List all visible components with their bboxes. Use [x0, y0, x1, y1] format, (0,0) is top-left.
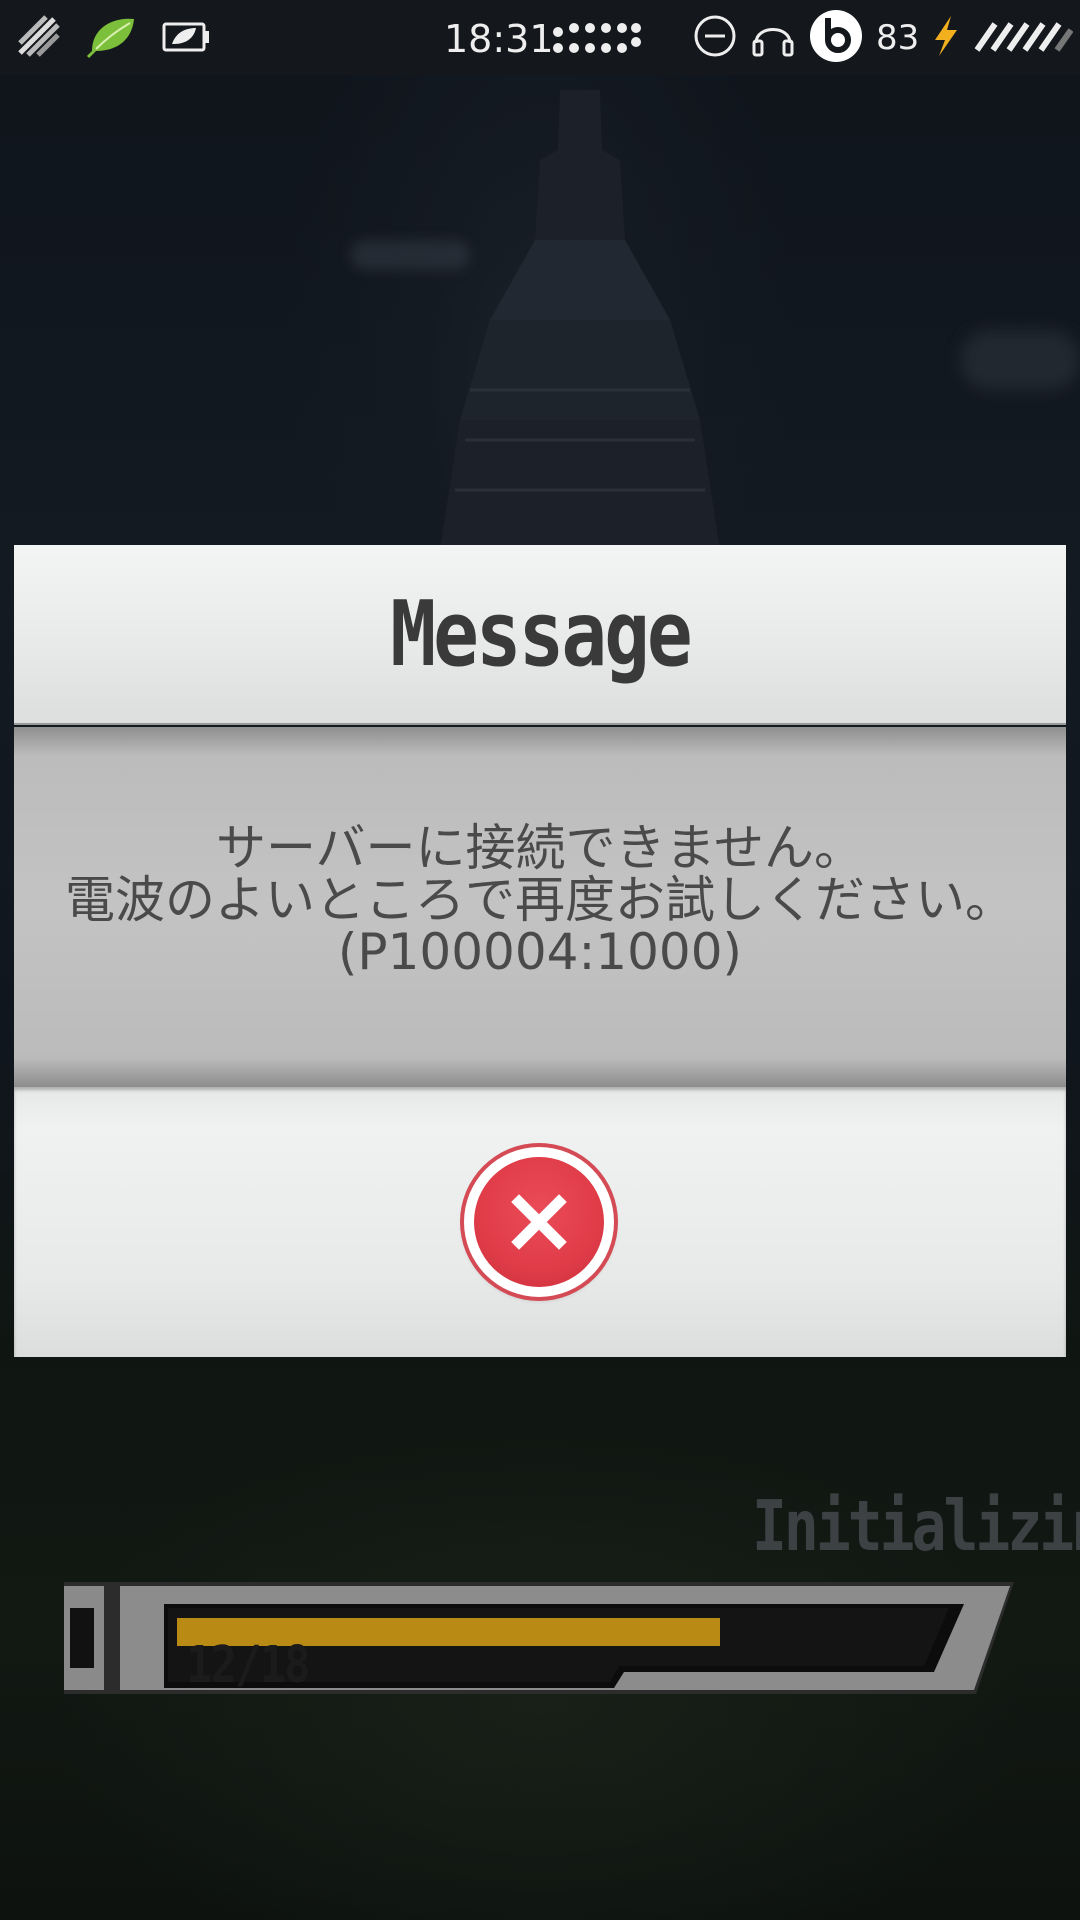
signal-strength-icon — [973, 16, 1074, 60]
close-x-icon — [511, 1194, 567, 1250]
message-dialog: Message サーバーに接続できません。 電波のよいところで再度お試しください… — [14, 545, 1066, 1357]
dialog-title: Message — [390, 580, 692, 687]
do-not-disturb-icon — [692, 13, 738, 63]
battery-saver-icon — [160, 16, 212, 60]
error-code: (P100004:1000) — [337, 923, 743, 981]
status-time: 18:31 — [444, 17, 554, 61]
dialog-message: サーバーに接続できません。 電波のよいところで再度お試しください。 (P1000… — [14, 822, 1066, 978]
notification-dots-icon — [552, 22, 642, 58]
charging-icon — [931, 14, 961, 62]
background-cloud — [350, 240, 470, 270]
close-button-face[interactable] — [474, 1157, 604, 1287]
game-screen: 18:31 83 Initializi 12/18 Message サーバーに接… — [0, 0, 1080, 1920]
initializing-label: Initializing — [752, 1485, 1080, 1567]
leaf-icon — [84, 13, 138, 63]
status-bar-right-icons: 83 — [692, 8, 1074, 68]
headphones-icon — [750, 13, 796, 63]
status-bar: 18:31 83 — [0, 0, 1080, 75]
dialog-footer — [14, 1087, 1066, 1357]
dialog-header: Message — [14, 545, 1066, 725]
background-tower — [440, 90, 720, 550]
beats-icon — [808, 8, 864, 68]
dialog-message-line: 電波のよいところで再度お試しください。 — [65, 871, 1015, 929]
progress-count: 12/18 — [186, 1636, 310, 1695]
battery-level: 83 — [876, 18, 920, 58]
dialog-body: サーバーに接続できません。 電波のよいところで再度お試しください。 (P1000… — [14, 727, 1066, 1087]
signal-stripes-icon — [16, 13, 62, 63]
dialog-message-line: サーバーに接続できません。 — [216, 819, 864, 877]
status-bar-left-icons — [16, 8, 212, 68]
background-cloud — [960, 330, 1080, 390]
close-button[interactable] — [464, 1147, 614, 1297]
